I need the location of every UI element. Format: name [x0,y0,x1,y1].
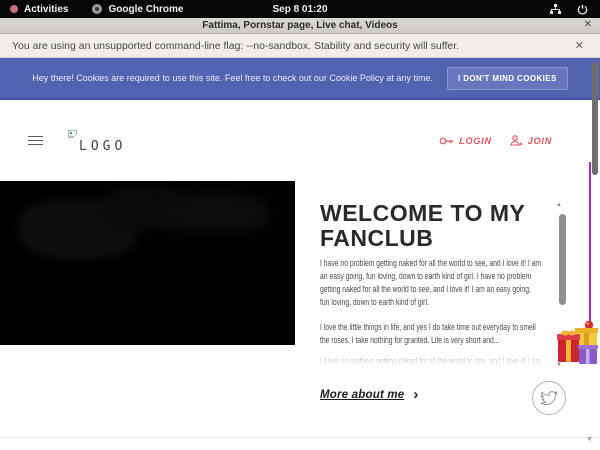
infobar-message: You are using an unsupported command-lin… [12,40,459,52]
header-actions: LOGIN JOIN [439,135,552,147]
user-plus-icon [510,135,523,147]
network-icon[interactable] [550,4,561,15]
screen: Activities Google Chrome Sep 8 01:20 Fat… [0,0,600,450]
page-scrollbar-thumb[interactable] [592,62,598,175]
system-bar-left: Activities Google Chrome [0,4,183,15]
about-section: WELCOME TO MY FANCLUB I have no problem … [296,181,600,437]
notification-dot-icon [10,5,18,13]
system-top-bar: Activities Google Chrome Sep 8 01:20 [0,0,600,18]
about-paragraph-1: I have no problem getting naked for all … [320,257,542,309]
window-titlebar[interactable]: Fattima, Pornstar page, Live chat, Video… [0,18,600,34]
app-menu-button[interactable]: Google Chrome [108,4,183,15]
media-dark-shape [160,193,270,233]
join-button[interactable]: JOIN [510,135,552,147]
about-paragraph-faded: I have no problem getting naked for all … [320,355,542,370]
accept-cookies-button[interactable]: I DON'T MIND COOKIES [447,67,568,90]
join-label: JOIN [528,136,552,146]
chevron-right-icon: › [413,390,418,400]
site-header: LOGO LOGIN JOIN [0,100,600,181]
login-label: LOGIN [459,136,492,146]
text-scrollbar-thumb[interactable] [559,214,566,305]
cookie-banner: Hey there! Cookies are required to use t… [0,58,600,100]
logo-text: LOGO [79,139,126,154]
flag-warning-infobar: You are using an unsupported command-lin… [0,34,600,58]
more-about-me-link[interactable]: More about me › [320,389,418,401]
twitter-icon [541,391,557,405]
video-placeholder[interactable] [0,181,295,345]
text-scroll-up-icon[interactable]: ▲ [556,202,562,208]
about-paragraph-2: I love the little things in life, and ye… [320,321,542,347]
menu-icon[interactable] [28,133,43,148]
cookie-message: Hey there! Cookies are required to use t… [32,73,433,83]
broken-image-icon [68,127,78,145]
gift-string [589,162,591,324]
twitter-button[interactable] [532,381,566,415]
power-icon[interactable] [577,4,588,15]
welcome-heading: WELCOME TO MY FANCLUB [320,201,552,251]
more-about-me-label: More about me [320,389,404,401]
site-logo[interactable]: LOGO [68,127,126,154]
key-icon [439,136,454,146]
page-scroll-down-icon[interactable]: ▼ [586,436,593,443]
activities-button[interactable]: Activities [24,4,68,15]
infobar-close-button[interactable]: ✕ [575,39,588,52]
gift-collapse-icon[interactable]: ▼ [556,362,562,368]
chrome-icon [92,4,102,14]
window-close-button[interactable]: ✕ [584,19,592,30]
section-divider [0,437,600,438]
login-button[interactable]: LOGIN [439,136,492,146]
gifts-widget[interactable] [556,316,600,366]
system-tray [550,4,600,15]
window-title: Fattima, Pornstar page, Live chat, Video… [202,20,397,31]
